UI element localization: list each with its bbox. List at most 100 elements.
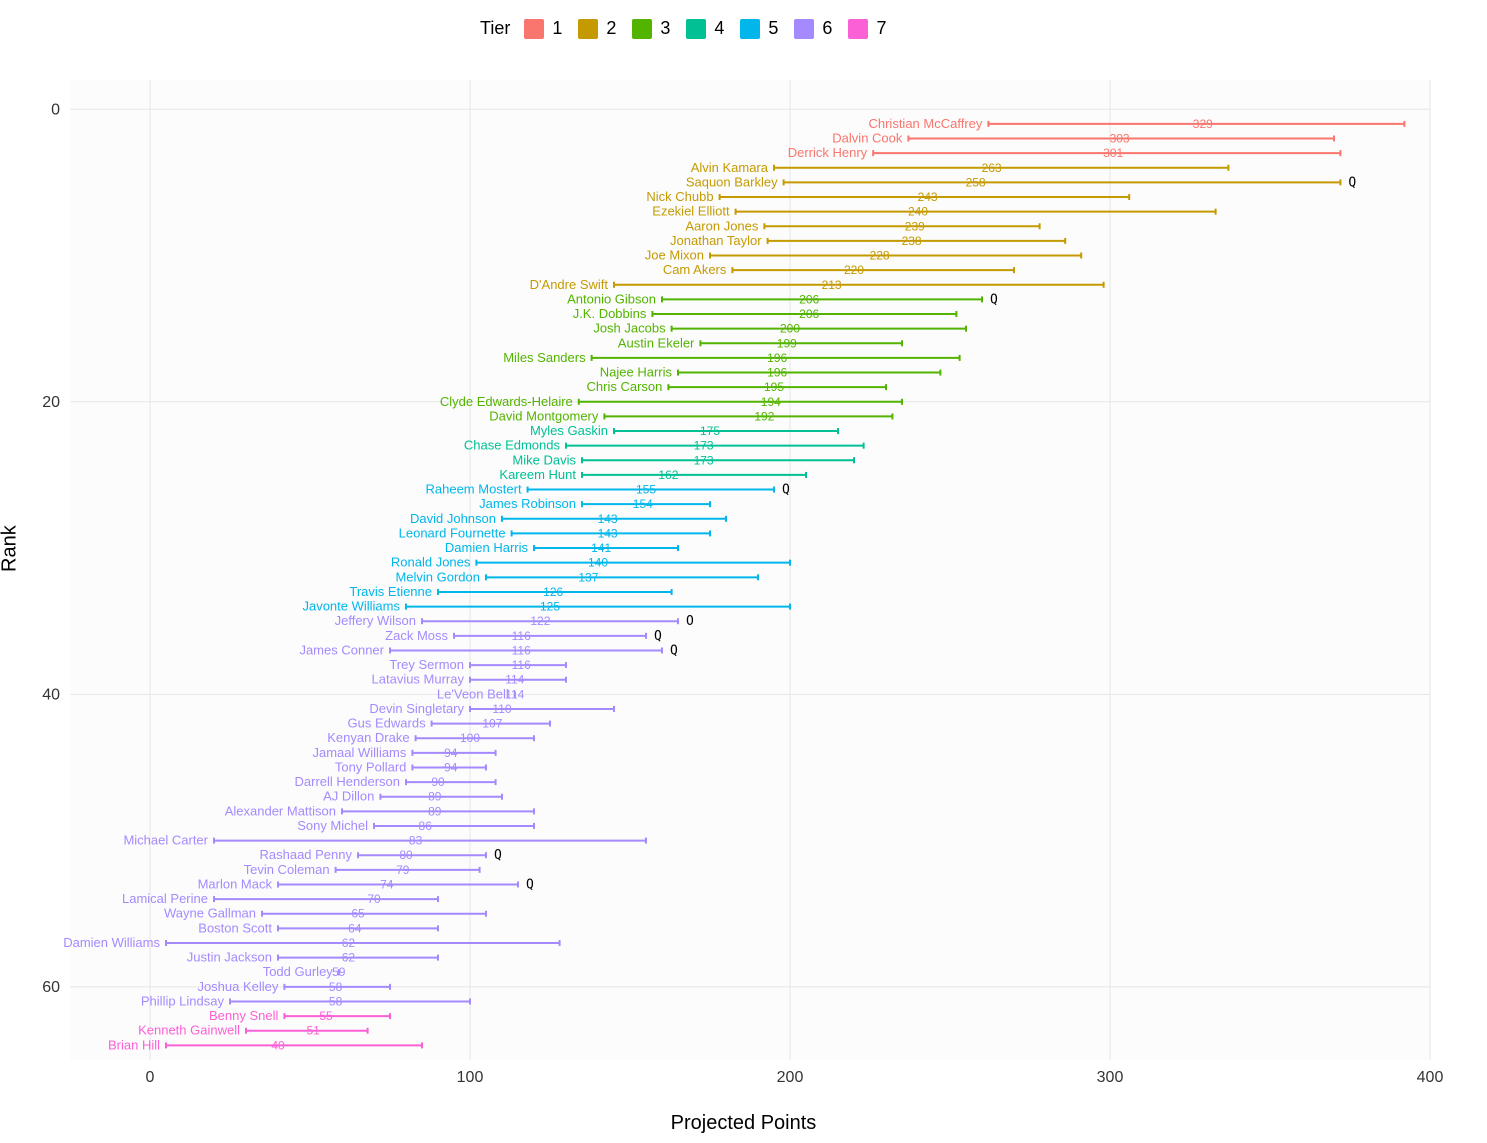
player-name: Rashaad Penny <box>259 847 352 862</box>
player-name: Chase Edmonds <box>464 438 561 453</box>
value-label: 194 <box>761 395 781 409</box>
value-label: 154 <box>633 497 653 511</box>
player-name: James Conner <box>299 642 384 657</box>
player-name: Jeffery Wilson <box>335 613 416 628</box>
player-name: Michael Carter <box>123 833 208 848</box>
value-label: 192 <box>754 409 774 423</box>
value-label: 64 <box>348 921 362 935</box>
value-label: 228 <box>870 249 890 263</box>
value-label: 195 <box>764 380 784 394</box>
status-badge: Q <box>654 629 662 644</box>
player-name: Chris Carson <box>587 379 663 394</box>
value-label: 62 <box>342 936 356 950</box>
player-name: J.K. Dobbins <box>573 306 647 321</box>
value-label: 51 <box>307 1024 321 1038</box>
status-badge: Q <box>494 848 502 863</box>
value-label: 86 <box>419 819 433 833</box>
value-label: 83 <box>409 834 423 848</box>
svg-text:100: 100 <box>457 1069 484 1086</box>
value-label: 155 <box>636 483 656 497</box>
player-name: Wayne Gallman <box>164 906 256 921</box>
player-name: Gus Edwards <box>348 716 427 731</box>
chart-canvas: 01002003004000204060329Christian McCaffr… <box>0 0 1487 1143</box>
player-name: Cam Akers <box>663 262 727 277</box>
player-name: Brian Hill <box>108 1037 160 1052</box>
player-name: Saquon Barkley <box>686 174 778 189</box>
value-label: 329 <box>1193 117 1213 131</box>
value-label: 240 <box>908 205 928 219</box>
value-label: 94 <box>444 760 458 774</box>
value-label: 196 <box>767 351 787 365</box>
value-label: 143 <box>598 512 618 526</box>
player-name: Leonard Fournette <box>399 525 506 540</box>
player-name: Mike Davis <box>512 452 576 467</box>
value-label: 303 <box>1110 132 1130 146</box>
svg-text:0: 0 <box>51 101 60 118</box>
svg-text:400: 400 <box>1417 1069 1444 1086</box>
value-label: 143 <box>598 526 618 540</box>
player-name: Devin Singletary <box>369 701 464 716</box>
player-name: Le'Veon Bell <box>437 686 509 701</box>
player-name: Joshua Kelley <box>197 979 278 994</box>
player-name: Josh Jacobs <box>593 321 666 336</box>
player-name: Latavius Murray <box>372 672 465 687</box>
player-name: Tony Pollard <box>335 759 407 774</box>
value-label: 80 <box>399 848 413 862</box>
value-label: 238 <box>902 234 922 248</box>
value-label: 125 <box>540 600 560 614</box>
player-name: Boston Scott <box>198 920 272 935</box>
value-label: 58 <box>329 994 343 1008</box>
player-name: Todd Gurley <box>263 964 334 979</box>
player-name: Ezekiel Elliott <box>652 204 730 219</box>
value-label: 173 <box>694 439 714 453</box>
value-label: 89 <box>428 804 442 818</box>
value-label: 55 <box>319 1009 333 1023</box>
value-label: 126 <box>543 585 563 599</box>
player-name: Aaron Jones <box>685 218 758 233</box>
player-name: Austin Ekeler <box>618 335 695 350</box>
value-label: 94 <box>444 746 458 760</box>
value-label: 122 <box>530 614 550 628</box>
svg-text:0: 0 <box>146 1069 155 1086</box>
svg-text:20: 20 <box>42 394 60 411</box>
status-badge: Q <box>782 483 790 498</box>
player-name: Alvin Kamara <box>691 160 769 175</box>
value-label: 70 <box>367 892 381 906</box>
value-label: 220 <box>844 263 864 277</box>
value-label: 200 <box>780 322 800 336</box>
player-name: Kenyan Drake <box>327 730 409 745</box>
value-label: 65 <box>351 907 365 921</box>
player-name: Antonio Gibson <box>567 291 656 306</box>
status-badge: Q <box>526 877 534 892</box>
value-label: 162 <box>658 468 678 482</box>
value-label: 196 <box>767 366 787 380</box>
value-label: 301 <box>1103 146 1123 160</box>
player-name: Melvin Gordon <box>395 569 480 584</box>
value-label: 243 <box>918 190 938 204</box>
value-label: 40 <box>271 1038 285 1052</box>
status-badge: O <box>686 614 694 629</box>
player-name: David Johnson <box>410 511 496 526</box>
value-label: 116 <box>512 643 531 657</box>
value-label: 116 <box>512 658 531 672</box>
value-label: 100 <box>460 731 480 745</box>
player-name: Zack Moss <box>385 628 448 643</box>
value-label: 110 <box>492 702 511 716</box>
value-label: 141 <box>591 541 611 555</box>
value-label: 175 <box>700 424 720 438</box>
value-label: 206 <box>799 307 819 321</box>
player-name: Kenneth Gainwell <box>138 1023 240 1038</box>
player-name: Christian McCaffrey <box>868 116 982 131</box>
svg-text:40: 40 <box>42 686 60 703</box>
player-name: Tevin Coleman <box>244 862 330 877</box>
svg-text:200: 200 <box>777 1069 804 1086</box>
value-label: 59 <box>332 965 346 979</box>
player-name: Travis Etienne <box>349 584 432 599</box>
player-name: Nick Chubb <box>646 189 713 204</box>
player-row: 114Le'Veon Bell <box>437 686 525 701</box>
player-name: Darrell Henderson <box>295 774 401 789</box>
svg-text:60: 60 <box>42 979 60 996</box>
player-name: David Montgomery <box>489 408 599 423</box>
player-name: Jamaal Williams <box>312 745 406 760</box>
player-name: Ronald Jones <box>391 555 471 570</box>
